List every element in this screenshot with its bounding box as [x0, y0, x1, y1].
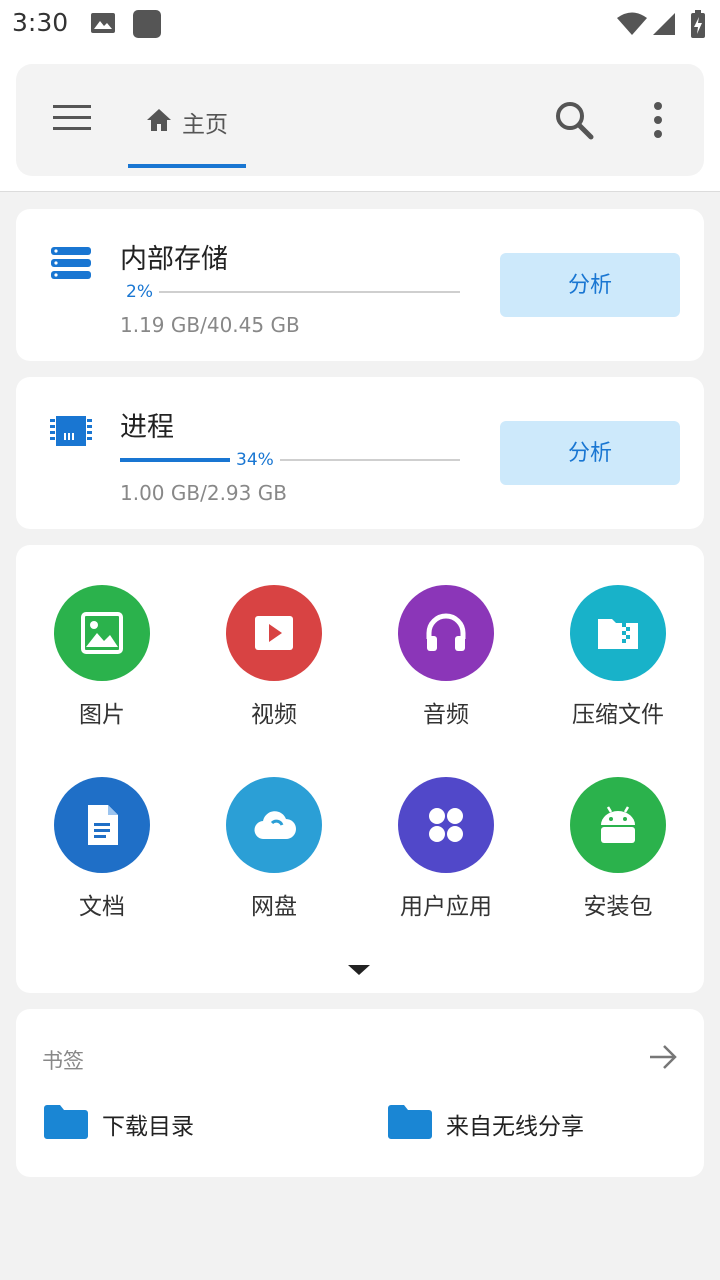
- document-icon: [88, 805, 118, 845]
- arrow-right-icon[interactable]: [648, 1043, 678, 1071]
- image-icon: [81, 612, 123, 654]
- bookmarks-card: 书签 下载目录 来自无线分享: [16, 1009, 704, 1177]
- tab-indicator: [128, 164, 246, 168]
- signal-icon: [652, 12, 676, 40]
- process-progress: 34%: [120, 449, 460, 471]
- tab-home[interactable]: 主页: [128, 84, 246, 168]
- menu-button[interactable]: [52, 102, 92, 134]
- category-user-apps[interactable]: 用户应用: [376, 777, 516, 927]
- status-time: 3:30: [12, 8, 69, 37]
- category-videos[interactable]: 视频: [204, 585, 344, 735]
- storage-icon: [50, 245, 92, 285]
- headphones-icon: [426, 613, 466, 651]
- category-cloud[interactable]: 网盘: [204, 777, 344, 927]
- home-icon: [146, 108, 172, 136]
- app-square-icon: [132, 9, 162, 43]
- category-audio[interactable]: 音频: [376, 585, 516, 735]
- category-archives[interactable]: 压缩文件: [548, 585, 688, 735]
- tab-home-label: 主页: [182, 112, 228, 138]
- menu-icon: [53, 105, 91, 130]
- app-bar: 主页: [16, 64, 704, 176]
- android-icon: [601, 806, 635, 843]
- storage-percent: 2%: [120, 281, 159, 303]
- process-title: 进程: [120, 412, 174, 443]
- storage-size: 1.19 GB/40.45 GB: [120, 313, 300, 337]
- wifi-icon: [616, 12, 648, 40]
- folder-icon: [44, 1105, 88, 1143]
- zip-folder-icon: [598, 619, 638, 649]
- folder-icon: [388, 1105, 432, 1143]
- storage-title: 内部存储: [120, 244, 228, 275]
- process-percent: 34%: [230, 449, 280, 471]
- internal-storage-card: 内部存储 2% 1.19 GB/40.45 GB 分析: [16, 209, 704, 361]
- search-icon: [556, 102, 594, 140]
- category-documents[interactable]: 文档: [32, 777, 172, 927]
- more-options-button[interactable]: [646, 100, 670, 140]
- video-icon: [255, 616, 293, 650]
- memory-chip-icon: [50, 413, 92, 453]
- status-bar: 3:30: [0, 0, 720, 50]
- expand-more-button[interactable]: [348, 965, 370, 975]
- analyze-storage-button[interactable]: 分析: [500, 253, 680, 317]
- category-images[interactable]: 图片: [32, 585, 172, 735]
- cloud-icon: [254, 811, 296, 840]
- search-button[interactable]: [554, 100, 594, 140]
- category-grid: 图片 视频 音频 压缩文件 文档 网盘 用户应用 安装包: [16, 545, 704, 993]
- image-icon: [90, 12, 116, 38]
- more-vert-icon: [654, 102, 662, 138]
- battery-charging-icon: [690, 10, 706, 42]
- analyze-process-button[interactable]: 分析: [500, 421, 680, 485]
- bookmarks-title: 书签: [42, 1049, 84, 1073]
- storage-progress: 2%: [120, 281, 460, 303]
- process-card: 进程 34% 1.00 GB/2.93 GB 分析: [16, 377, 704, 529]
- process-size: 1.00 GB/2.93 GB: [120, 481, 287, 505]
- apps-icon: [429, 808, 463, 842]
- category-installers[interactable]: 安装包: [548, 777, 688, 927]
